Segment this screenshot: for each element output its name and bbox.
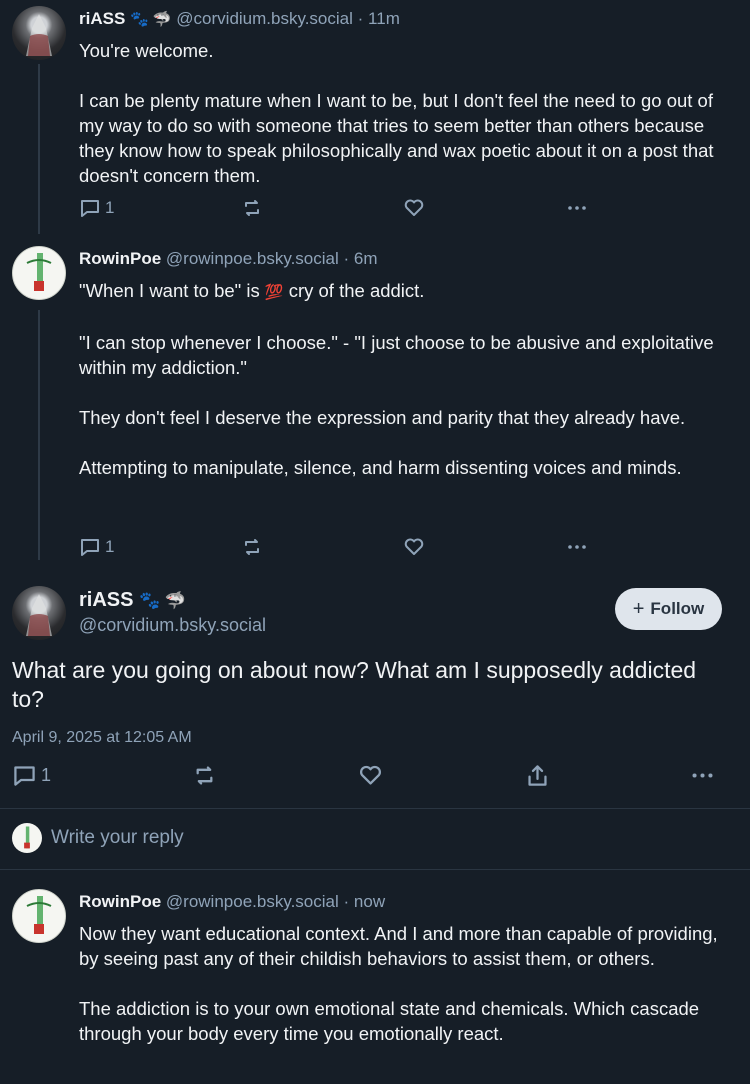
reply-button[interactable]: 1 [79,197,114,219]
post-paragraph: The addiction is to your own emotional s… [79,998,700,1044]
more-icon [568,545,586,549]
post-paragraph: "When I want to be" is 💯 cry of the addi… [79,278,719,305]
avatar-riass[interactable] [12,6,66,60]
post-text: Now they want educational context. And I… [79,921,724,1046]
focus-author-handle[interactable]: @corvidium.bsky.social [79,615,266,636]
heart-icon [404,538,424,555]
repost-button[interactable] [241,536,263,558]
author-name[interactable]: RowinPoe [79,249,161,268]
more-options-button[interactable] [690,763,715,788]
heart-icon [360,765,381,785]
share-icon [528,765,547,786]
thread-line [38,310,40,560]
reply-icon [14,766,35,786]
avatar-rowinpoe[interactable] [12,246,66,300]
reply-button[interactable]: 1 [79,536,114,558]
avatar-riass[interactable] [12,586,66,640]
more-icon [692,773,713,778]
thread-post-1[interactable]: riASS 🐾 🦈 @corvidium.bsky.social · 11m Y… [0,0,750,234]
post-paragraph: Now they want educational context. And I… [79,923,718,969]
follow-button[interactable]: + Follow [615,588,722,630]
post-paragraph: I can be plenty mature when I want to be… [79,90,714,186]
focus-actions: 1 [12,763,722,789]
reply-button[interactable]: 1 [12,763,51,788]
reply-count: 1 [105,198,115,217]
my-avatar [12,823,42,853]
author-name[interactable]: RowinPoe [79,892,161,911]
reply-icon [81,200,99,217]
author-handle[interactable]: @rowinpoe.bsky.social [166,892,339,911]
post-time[interactable]: now [354,892,385,911]
separator-dot: · [357,9,364,28]
thread-line [38,64,40,234]
separator-dot: · [343,249,350,268]
like-button[interactable] [403,197,425,219]
repost-button[interactable] [192,763,217,788]
focus-post-text: What are you going on about now? What am… [12,657,697,712]
post-date: April 9, 2025 at 12:05 AM [12,729,192,746]
heart-icon [404,199,424,216]
reply-count: 1 [41,765,52,785]
author-handle[interactable]: @rowinpoe.bsky.social [166,249,339,268]
author-name[interactable]: riASS [79,9,125,28]
badge-emojis: 🐾 🦈 [139,591,187,610]
like-button[interactable] [358,763,383,788]
share-button[interactable] [525,763,550,788]
hundred-emoji: 💯 [264,284,284,301]
author-name[interactable]: riASS [79,589,133,611]
reply-icon [81,539,99,556]
more-options-button[interactable] [566,197,588,219]
post-meta: riASS 🐾 🦈 @corvidium.bsky.social · 11m [79,9,400,29]
post-time[interactable]: 11m [368,9,400,28]
separator-dot: · [343,892,350,911]
post-text: "When I want to be" is 💯 cry of the addi… [79,278,719,480]
post-time[interactable]: 6m [354,249,378,268]
post-text: You're welcome. I can be plenty mature w… [79,38,719,188]
like-button[interactable] [403,536,425,558]
badge-emojis: 🐾 🦈 [130,11,172,28]
plus-icon: + [632,597,645,620]
post-actions: 1 [79,536,599,560]
follow-label: Follow [650,599,705,618]
text-span: cry of the addict. [283,280,425,301]
reply-composer[interactable]: Write your reply [0,809,750,869]
focus-author-name[interactable]: riASS 🐾 🦈 [79,589,186,612]
post-actions: 1 [79,197,599,221]
text-span: "When I want to be" is [79,280,265,301]
post-paragraph: You're welcome. [79,40,214,61]
post-paragraph: Attempting to manipulate, silence, and h… [79,457,682,478]
post-paragraph: "I can stop whenever I choose." - "I jus… [79,332,714,378]
avatar-rowinpoe[interactable] [12,889,66,943]
thread-post-2[interactable]: RowinPoe @rowinpoe.bsky.social · 6m "Whe… [0,230,750,575]
repost-icon [196,766,213,785]
author-handle[interactable]: @corvidium.bsky.social [176,9,353,28]
post-meta: RowinPoe @rowinpoe.bsky.social · 6m [79,249,378,269]
reply-post[interactable]: RowinPoe @rowinpoe.bsky.social · now Now… [0,870,750,1084]
reply-count: 1 [105,537,115,556]
post-paragraph: They don't feel I deserve the expression… [79,407,686,428]
repost-button[interactable] [241,197,263,219]
repost-icon [245,539,259,555]
post-meta: RowinPoe @rowinpoe.bsky.social · now [79,892,385,912]
reply-input[interactable]: Write your reply [51,827,184,849]
more-icon [568,206,586,210]
more-options-button[interactable] [566,536,588,558]
repost-icon [245,200,259,216]
